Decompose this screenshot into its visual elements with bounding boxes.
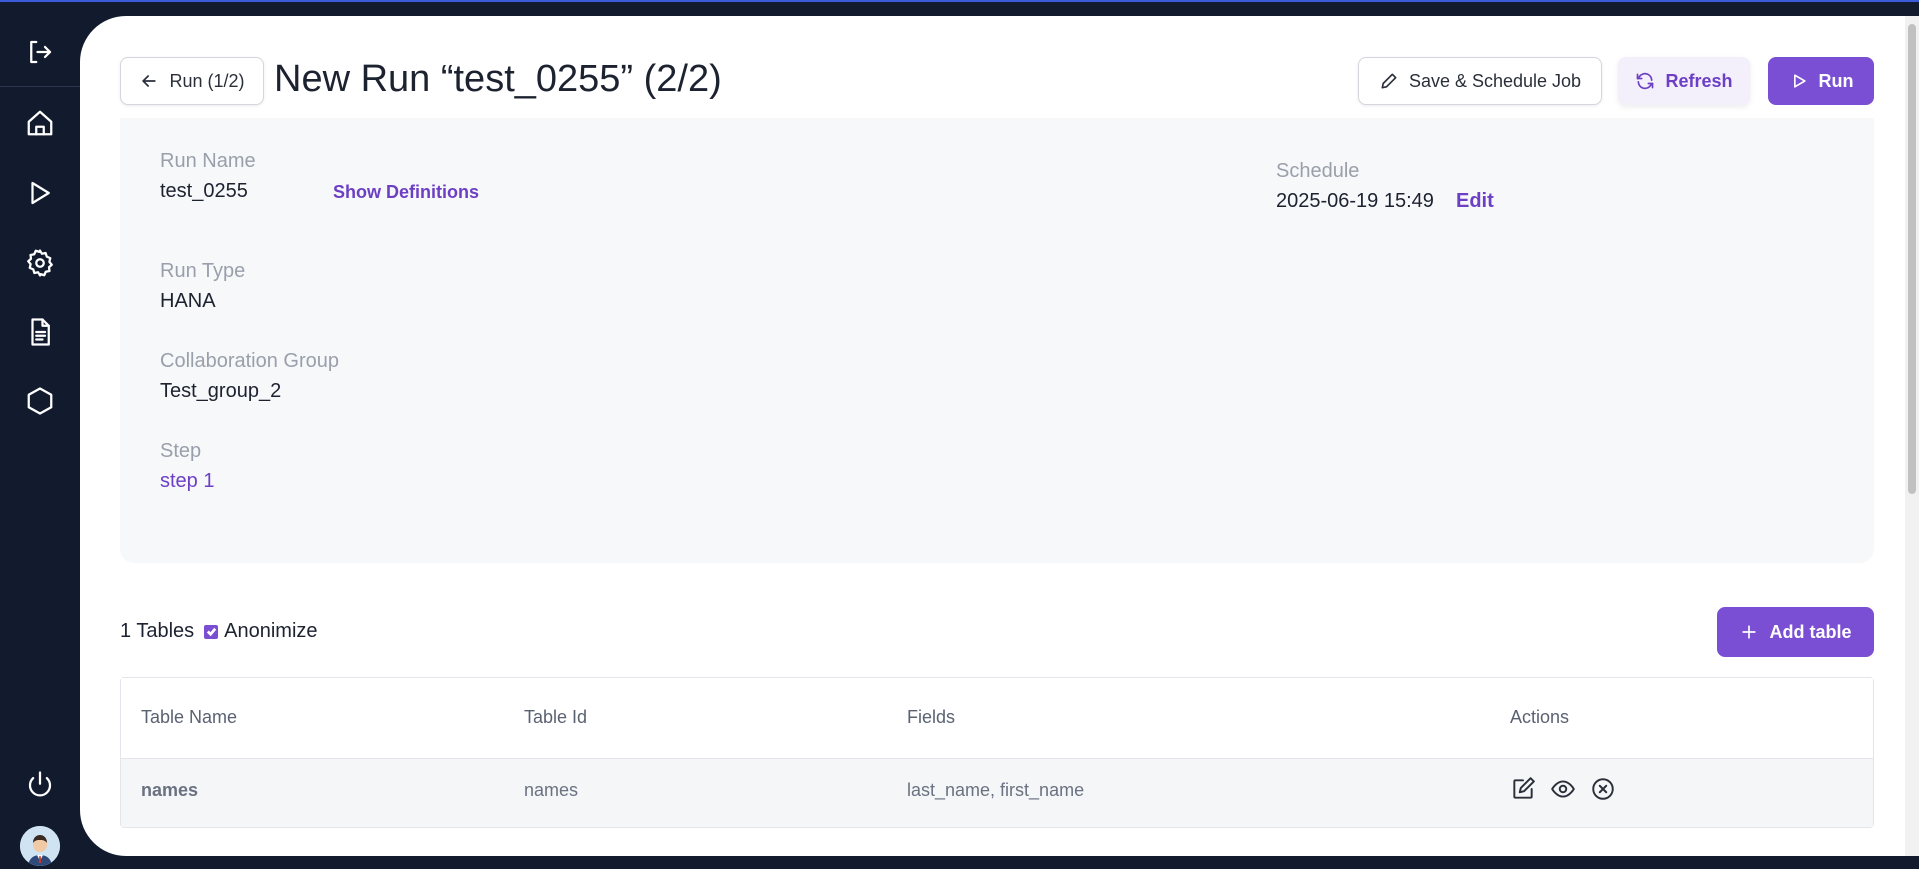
- step-label: Step: [160, 440, 202, 462]
- table-name-link[interactable]: names: [141, 780, 198, 801]
- step-value[interactable]: step 1: [160, 470, 214, 493]
- refresh-icon: [1637, 72, 1654, 90]
- plus-icon: [1742, 625, 1757, 639]
- save-schedule-button[interactable]: Save & Schedule Job: [1358, 57, 1602, 105]
- save-schedule-label: Save & Schedule Job: [1408, 70, 1582, 91]
- top-accent-line: [0, 0, 1919, 2]
- power-icon[interactable]: [22, 767, 58, 803]
- run-name-value: test_0255: [160, 180, 248, 202]
- refresh-button[interactable]: Refresh: [1618, 57, 1750, 105]
- scrollbar[interactable]: [1905, 16, 1919, 856]
- back-run-label: Run (1/2): [169, 70, 245, 91]
- document-icon[interactable]: [22, 314, 58, 350]
- run-type-label: Run Type: [160, 260, 246, 282]
- schedule-label: Schedule: [1276, 160, 1360, 182]
- pencil-icon: [1381, 73, 1397, 89]
- hexagon-icon[interactable]: [22, 383, 58, 419]
- edit-icon[interactable]: [1509, 775, 1537, 803]
- play-icon: [1793, 74, 1806, 88]
- show-definitions-link[interactable]: Show Definitions: [333, 182, 479, 203]
- avatar[interactable]: [20, 826, 60, 866]
- run-label: Run: [1818, 70, 1854, 91]
- view-icon[interactable]: [1549, 775, 1577, 803]
- run-type-value: HANA: [160, 290, 216, 312]
- column-header-fields[interactable]: Fields: [907, 707, 955, 728]
- tables-summary: 1 Tables Anonimize: [120, 620, 318, 643]
- play-icon[interactable]: [22, 175, 58, 211]
- collaboration-group-label: Collaboration Group: [160, 350, 339, 372]
- page-title: New Run “test_0255” (2/2): [274, 58, 722, 100]
- anonymize-checkbox[interactable]: [204, 624, 219, 639]
- table-id-cell: names: [524, 780, 579, 800]
- column-header-table-name[interactable]: Table Name: [141, 707, 237, 728]
- add-table-button[interactable]: Add table: [1717, 607, 1874, 657]
- table-row: names names last_name, first_name: [121, 759, 1873, 827]
- settings-icon[interactable]: [22, 245, 58, 281]
- refresh-label: Refresh: [1665, 70, 1733, 91]
- sidebar: [0, 0, 80, 869]
- anonymize-label: Anonimize: [224, 620, 318, 642]
- schedule-value: 2025-06-19 15:49: [1276, 190, 1434, 212]
- run-info-card: Run Name test_0255 Show Definitions Run …: [120, 118, 1874, 563]
- schedule-edit-link[interactable]: Edit: [1456, 190, 1494, 213]
- logout-icon[interactable]: [22, 34, 58, 70]
- column-header-table-id[interactable]: Table Id: [524, 707, 587, 728]
- tables-table: Table Name Table Id Fields Actions names…: [120, 677, 1874, 828]
- run-button[interactable]: Run: [1768, 57, 1874, 105]
- checkmark-icon: [206, 627, 216, 637]
- add-table-label: Add table: [1769, 621, 1852, 642]
- collaboration-group-value: Test_group_2: [160, 380, 282, 402]
- sidebar-divider: [0, 86, 80, 87]
- arrow-left-icon: [142, 75, 157, 87]
- column-header-actions: Actions: [1510, 707, 1570, 727]
- scrollbar-thumb[interactable]: [1908, 24, 1916, 494]
- table-header: Table Name Table Id Fields Actions: [121, 678, 1873, 759]
- back-run-button[interactable]: Run (1/2): [120, 57, 264, 105]
- fields-cell: last_name, first_name: [907, 780, 1085, 800]
- tables-count: 1 Tables: [120, 620, 195, 642]
- home-icon[interactable]: [22, 105, 58, 141]
- run-name-label: Run Name: [160, 150, 256, 172]
- main-panel: Run (1/2) New Run “test_0255” (2/2) Save…: [80, 16, 1919, 856]
- remove-icon[interactable]: [1589, 775, 1617, 803]
